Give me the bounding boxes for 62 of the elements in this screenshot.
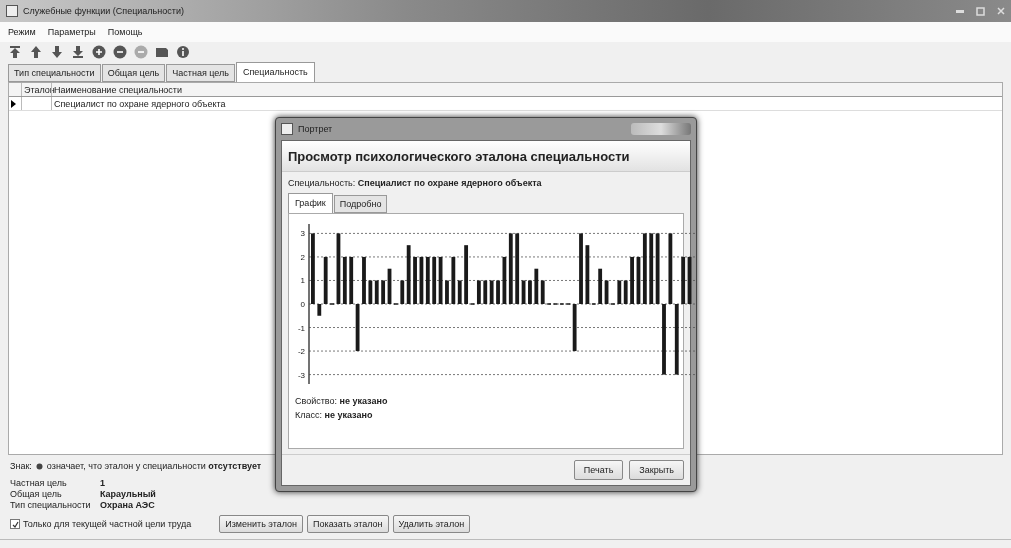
bar: [579, 233, 583, 304]
move-first-icon[interactable]: [8, 45, 22, 59]
filter-checkbox[interactable]: Только для текущей частной цели труда: [10, 519, 192, 529]
arrow-up-icon[interactable]: [29, 45, 43, 59]
bar: [496, 280, 500, 304]
tick-label: -3: [297, 370, 305, 380]
bar: [445, 280, 449, 304]
bar: [528, 280, 532, 304]
app-icon: [6, 5, 18, 17]
tick-label: -1: [297, 323, 305, 333]
menu-item[interactable]: Параметры: [47, 27, 96, 37]
tick-label: 2: [300, 252, 305, 262]
window-controls[interactable]: [631, 123, 691, 135]
menu-item[interactable]: Помощь: [107, 27, 143, 37]
maximize-icon[interactable]: [976, 6, 985, 16]
legend-text: означает, что эталон у специальности отсутствует: [46, 461, 262, 471]
tick-label: 3: [300, 229, 305, 239]
menu-item[interactable]: Режим: [8, 27, 36, 37]
move-last-icon[interactable]: [71, 45, 85, 59]
action-button[interactable]: Удалить эталон: [392, 515, 471, 533]
app-icon: [281, 123, 293, 135]
tab[interactable]: Тип специальности: [8, 64, 101, 82]
save-icon[interactable]: [155, 45, 169, 59]
table-cell: Специалист по охране ядерного объекта: [51, 97, 1002, 110]
bar: [362, 256, 366, 304]
info-icon[interactable]: [176, 45, 190, 59]
dialog-heading: Просмотр психологического эталона специальности: [282, 141, 690, 172]
legend-label: Знак:: [10, 461, 32, 471]
tab[interactable]: График: [288, 193, 333, 213]
info-label: Тип специальности: [10, 500, 91, 510]
tick-label: -2: [297, 347, 305, 357]
close-icon[interactable]: [997, 7, 1005, 15]
arrow-down-icon[interactable]: [50, 45, 64, 59]
info-value: Караульный: [100, 489, 156, 499]
tab[interactable]: Специальность: [235, 62, 315, 82]
tab[interactable]: Общая цель: [101, 64, 166, 82]
specialty-text: Специальность: Специалист по охране ядерного объекта: [287, 177, 543, 190]
check-icon: [11, 520, 19, 528]
action-button[interactable]: Изменить эталон: [219, 515, 304, 533]
bar: [662, 304, 666, 375]
dialog-button[interactable]: Закрыть: [629, 460, 684, 480]
add-icon[interactable]: [92, 45, 106, 59]
bar: [630, 256, 634, 304]
window-title: Служебные функции (Специальности): [23, 6, 184, 16]
minimize-icon[interactable]: [956, 9, 964, 13]
info-label: Общая цель: [10, 489, 62, 499]
property-text: Свойство: не указано: [294, 395, 389, 408]
info-label: Частная цель: [10, 478, 67, 488]
info-value: Охрана АЭС: [100, 500, 155, 510]
dialog-title: Портрет: [298, 124, 333, 134]
property-text: Класс: не указано: [294, 409, 374, 422]
action-button[interactable]: Показать эталон: [307, 515, 389, 533]
tick-label: 1: [300, 276, 305, 286]
info-value: 1: [100, 478, 105, 488]
dialog-button[interactable]: Печать: [573, 460, 624, 480]
remove-icon[interactable]: [113, 45, 127, 59]
bar: [413, 256, 417, 304]
tab[interactable]: Подробно: [333, 195, 388, 213]
tab[interactable]: Частная цель: [166, 64, 235, 82]
no-standard-icon: [35, 462, 43, 470]
tick-label: 0: [300, 300, 305, 309]
bar: [311, 233, 315, 304]
